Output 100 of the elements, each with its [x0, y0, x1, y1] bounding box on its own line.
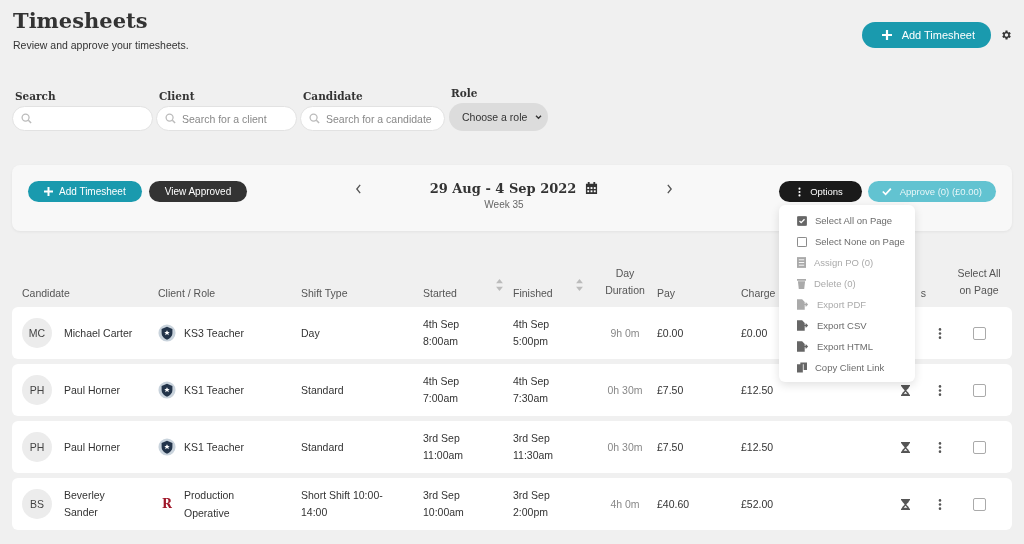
week-number: Week 35 — [484, 199, 524, 210]
start-time: 7:00am — [423, 391, 459, 406]
search-field[interactable] — [12, 106, 153, 131]
kebab-menu-icon[interactable] — [938, 498, 942, 510]
checkmark-icon — [882, 187, 892, 196]
client-role: KS1 Teacher — [184, 440, 245, 455]
start-time: 8:00am — [423, 334, 459, 349]
start-time: 11:00am — [423, 448, 464, 463]
row-checkbox[interactable] — [972, 326, 986, 340]
hourglass-icon — [900, 498, 910, 510]
next-week-icon[interactable] — [666, 184, 674, 194]
shield-logo-icon — [158, 438, 176, 456]
menu-item[interactable]: Select None on Page — [779, 231, 915, 252]
charge-amount: £52.00 — [741, 496, 774, 512]
pay-amount: £0.00 — [657, 325, 684, 341]
menu-item[interactable]: Export CSV — [779, 315, 915, 336]
menu-item[interactable]: Export HTML — [779, 336, 915, 357]
kebab-menu-icon[interactable] — [938, 327, 942, 339]
start-date: 3rd Sep — [423, 431, 460, 446]
previous-week-icon[interactable] — [354, 184, 362, 194]
avatar-initials: PH — [22, 432, 52, 462]
column-header: Select All on Page — [956, 266, 1002, 298]
search-field[interactable]: Search for a candidate — [300, 106, 445, 131]
candidate-name: Paul Horner — [64, 382, 121, 398]
finish-date: 3rd Sep — [513, 488, 550, 503]
view-approved-button[interactable]: View Approved — [148, 181, 248, 202]
pay-amount: £7.50 — [657, 382, 684, 398]
search-field[interactable]: Search for a client — [156, 106, 297, 131]
finish-time: 7:30am — [513, 391, 549, 406]
column-header: Client / Role — [158, 287, 216, 299]
checked-box-icon — [797, 215, 807, 226]
row-checkbox[interactable] — [972, 497, 986, 511]
finish-date: 4th Sep — [513, 317, 550, 332]
column-header: Candidate — [22, 287, 70, 299]
filter-label: Client — [159, 90, 196, 102]
filter-label: Search — [15, 90, 57, 102]
plus-icon — [44, 187, 53, 196]
hourglass-icon — [900, 384, 910, 396]
row-checkbox[interactable] — [972, 383, 986, 397]
client-role: Production Operative — [184, 488, 236, 521]
add-timesheet-button[interactable]: Add Timesheet — [861, 22, 991, 48]
options-button[interactable]: Options — [779, 181, 862, 202]
chevron-down-icon — [535, 114, 542, 120]
file-export-icon — [797, 320, 809, 331]
charge-amount: £12.50 — [741, 382, 774, 398]
column-header: Finished — [513, 287, 553, 299]
start-date: 3rd Sep — [423, 488, 460, 503]
day-duration: 0h 30m — [607, 382, 643, 398]
client-role: KS1 Teacher — [184, 383, 245, 398]
shift-type: Day — [301, 325, 321, 341]
finish-time: 2:00pm — [513, 505, 549, 520]
client-role: KS3 Teacher — [184, 326, 245, 341]
kebab-menu-icon[interactable] — [938, 384, 942, 396]
column-header: Pay — [657, 287, 676, 299]
page-subtitle: Review and approve your timesheets. — [13, 39, 189, 51]
copy-icon — [797, 362, 807, 373]
day-duration: 0h 30m — [607, 439, 643, 455]
shield-logo-icon — [158, 324, 176, 342]
shift-type: Short Shift 10:00-14:00 — [301, 488, 384, 520]
column-header: s — [920, 287, 926, 299]
column-header: Day Duration — [604, 266, 646, 298]
day-duration: 4h 0m — [610, 496, 640, 512]
menu-item[interactable]: Copy Client Link — [779, 357, 915, 378]
kebab-menu-icon[interactable] — [938, 441, 942, 453]
column-header: Started — [423, 287, 457, 299]
page-title: Timesheets — [13, 8, 149, 33]
candidate-name: Paul Horner — [64, 439, 121, 455]
plus-icon — [881, 30, 892, 40]
file-export-icon — [797, 299, 809, 310]
charge-amount: £0.00 — [741, 325, 768, 341]
pay-amount: £40.60 — [657, 496, 690, 512]
calendar-icon[interactable] — [585, 182, 599, 195]
shield-logo-icon — [158, 381, 176, 399]
avatar-initials: PH — [22, 375, 52, 405]
candidate-name: Michael Carter — [64, 325, 133, 341]
search-icon — [165, 113, 176, 124]
candidate-name: Beverley Sander — [64, 488, 106, 520]
pay-amount: £7.50 — [657, 439, 684, 455]
menu-item[interactable]: Select All on Page — [779, 210, 915, 231]
settings-icon[interactable] — [1000, 29, 1012, 41]
kebab-icon — [798, 186, 802, 197]
start-date: 4th Sep — [423, 317, 460, 332]
trash-icon — [797, 278, 806, 289]
document-icon — [797, 257, 806, 268]
row-checkbox[interactable] — [972, 440, 986, 454]
add-timesheet-button[interactable]: Add Timesheet — [28, 181, 142, 202]
avatar-initials: BS — [22, 489, 52, 519]
column-header: Shift Type — [301, 287, 348, 299]
role-select[interactable]: Choose a role — [449, 103, 548, 131]
finish-date: 4th Sep — [513, 374, 550, 389]
start-date: 4th Sep — [423, 374, 460, 389]
charge-amount: £12.50 — [741, 439, 774, 455]
search-icon — [21, 113, 32, 124]
column-header: Charge — [741, 287, 776, 299]
filter-label: Role — [451, 87, 479, 99]
start-time: 10:00am — [423, 505, 464, 520]
date-range: 29 Aug - 4 Sep 2022 — [429, 181, 577, 196]
finish-time: 11:30am — [513, 448, 554, 463]
avatar-initials: MC — [22, 318, 52, 348]
hourglass-icon — [900, 441, 910, 453]
